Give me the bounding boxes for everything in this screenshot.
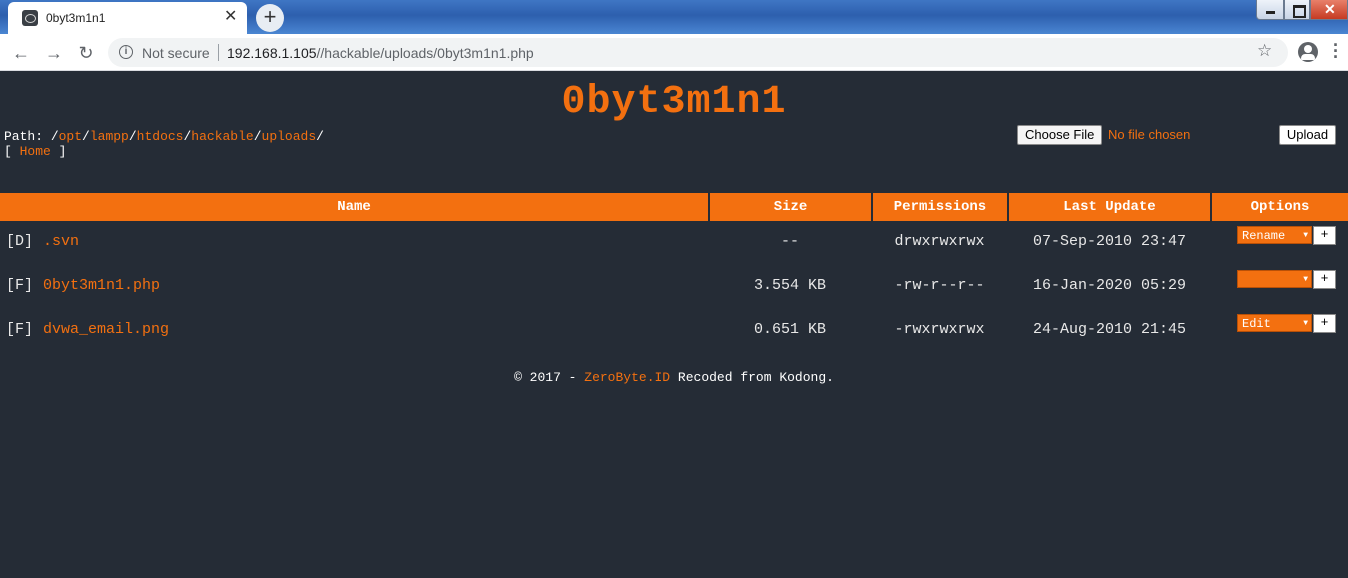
file-size: 3.554 KB — [753, 277, 826, 294]
path-label: Path: — [4, 129, 51, 144]
options-select[interactable]: Rename ▼ — [1237, 226, 1312, 244]
path-breadcrumb: Path: /opt/lampp/htdocs/hackable/uploads… — [4, 129, 324, 144]
path-segment-hackable[interactable]: hackable — [191, 129, 253, 144]
security-label[interactable]: Not secure — [142, 45, 210, 61]
site-logo: 0byt3m1n1 — [561, 80, 787, 125]
chevron-down-icon: ▼ — [1303, 231, 1308, 240]
tab-strip: 0byt3m1n1 ✕ + ✕ — [0, 0, 1348, 34]
path-segment-opt[interactable]: opt — [59, 129, 82, 144]
entry-type: [D] — [6, 233, 34, 250]
close-window-icon[interactable]: ✕ — [1310, 0, 1348, 20]
close-tab-icon[interactable]: ✕ — [224, 8, 237, 26]
star-icon[interactable]: ☆ — [1257, 41, 1272, 61]
tab-title: 0byt3m1n1 — [46, 11, 106, 25]
path-segment-uploads[interactable]: uploads — [262, 129, 317, 144]
chevron-down-icon: ▼ — [1303, 275, 1308, 284]
footer-prefix: © 2017 - — [514, 370, 585, 385]
forward-arrow-icon[interactable]: → — [43, 42, 65, 64]
new-tab-button[interactable]: + — [256, 4, 284, 32]
file-name-link[interactable]: .svn — [43, 232, 79, 252]
browser-toolbar: ← → ↻ i Not secure 192.168.1.105//hackab… — [0, 34, 1348, 71]
options-selected-value: Rename — [1242, 229, 1286, 243]
favicon-icon — [22, 10, 38, 26]
chevron-down-icon: ▼ — [1303, 319, 1308, 328]
options-select[interactable]: ▼ — [1237, 270, 1312, 288]
file-table-header: Name Size Permissions Last Update Option… — [0, 193, 1348, 221]
url-host: 192.168.1.105 — [227, 45, 317, 61]
options-submit-button[interactable]: + — [1313, 226, 1336, 245]
file-size: -- — [780, 233, 799, 250]
file-last-update: 16-Jan-2020 05:29 — [1032, 277, 1187, 294]
home-link[interactable]: Home — [20, 144, 51, 159]
browser-tab[interactable]: 0byt3m1n1 ✕ — [8, 2, 247, 34]
address-divider — [218, 44, 219, 61]
header-name: Name — [0, 193, 708, 221]
header-last-update: Last Update — [1009, 193, 1210, 221]
address-bar[interactable]: i Not secure 192.168.1.105//hackable/upl… — [108, 38, 1288, 67]
path-segment-lampp[interactable]: lampp — [90, 129, 129, 144]
footer-suffix: Recoded from Kodong. — [670, 370, 834, 385]
header-permissions: Permissions — [873, 193, 1007, 221]
maximize-window-icon[interactable] — [1284, 0, 1310, 20]
profile-icon[interactable] — [1298, 42, 1318, 62]
table-row: [D] .svn -- drwxrwxrwx 07-Sep-2010 23:47… — [0, 226, 1348, 268]
no-file-chosen-text: No file chosen — [1108, 127, 1191, 142]
file-permissions[interactable]: -rwxrwxrwx — [871, 320, 1008, 340]
options-submit-button[interactable]: + — [1313, 270, 1336, 289]
reload-icon[interactable]: ↻ — [75, 42, 97, 64]
table-row: [F] 0byt3m1n1.php 3.554 KB -rw-r--r-- 16… — [0, 270, 1348, 312]
file-name-link[interactable]: 0byt3m1n1.php — [43, 276, 160, 296]
url-path: //hackable/uploads/0byt3m1n1.php — [316, 45, 534, 61]
file-last-update: 07-Sep-2010 23:47 — [1032, 233, 1187, 250]
options-select[interactable]: Edit ▼ — [1237, 314, 1312, 332]
file-last-update: 24-Aug-2010 21:45 — [1032, 321, 1187, 338]
url-text[interactable]: 192.168.1.105//hackable/uploads/0byt3m1n… — [227, 45, 534, 61]
file-permissions[interactable]: drwxrwxrwx — [871, 232, 1008, 252]
menu-icon[interactable]: · · · — [1333, 36, 1339, 66]
home-bracket-close: ] — [50, 144, 67, 159]
header-options: Options — [1212, 193, 1348, 221]
entry-type: [F] — [6, 321, 34, 338]
info-icon[interactable]: i — [119, 45, 133, 59]
entry-type: [F] — [6, 277, 34, 294]
table-row: [F] dvwa_email.png 0.651 KB -rwxrwxrwx 2… — [0, 314, 1348, 356]
home-bracket-open: [ — [4, 144, 20, 159]
upload-button[interactable]: Upload — [1279, 125, 1336, 145]
back-arrow-icon[interactable]: ← — [10, 42, 32, 64]
file-permissions[interactable]: -rw-r--r-- — [871, 276, 1008, 296]
file-size: 0.651 KB — [753, 321, 826, 338]
minimize-window-icon[interactable] — [1256, 0, 1284, 20]
options-selected-value: Edit — [1242, 317, 1271, 331]
path-segment-htdocs[interactable]: htdocs — [137, 129, 184, 144]
header-size: Size — [710, 193, 871, 221]
page-footer: © 2017 - ZeroByte.ID Recoded from Kodong… — [0, 370, 1348, 385]
file-name-link[interactable]: dvwa_email.png — [43, 320, 169, 340]
choose-file-button[interactable]: Choose File — [1017, 125, 1103, 145]
home-link-wrapper: [ Home ] — [4, 144, 66, 159]
options-submit-button[interactable]: + — [1313, 314, 1336, 333]
footer-link[interactable]: ZeroByte.ID — [584, 370, 670, 385]
